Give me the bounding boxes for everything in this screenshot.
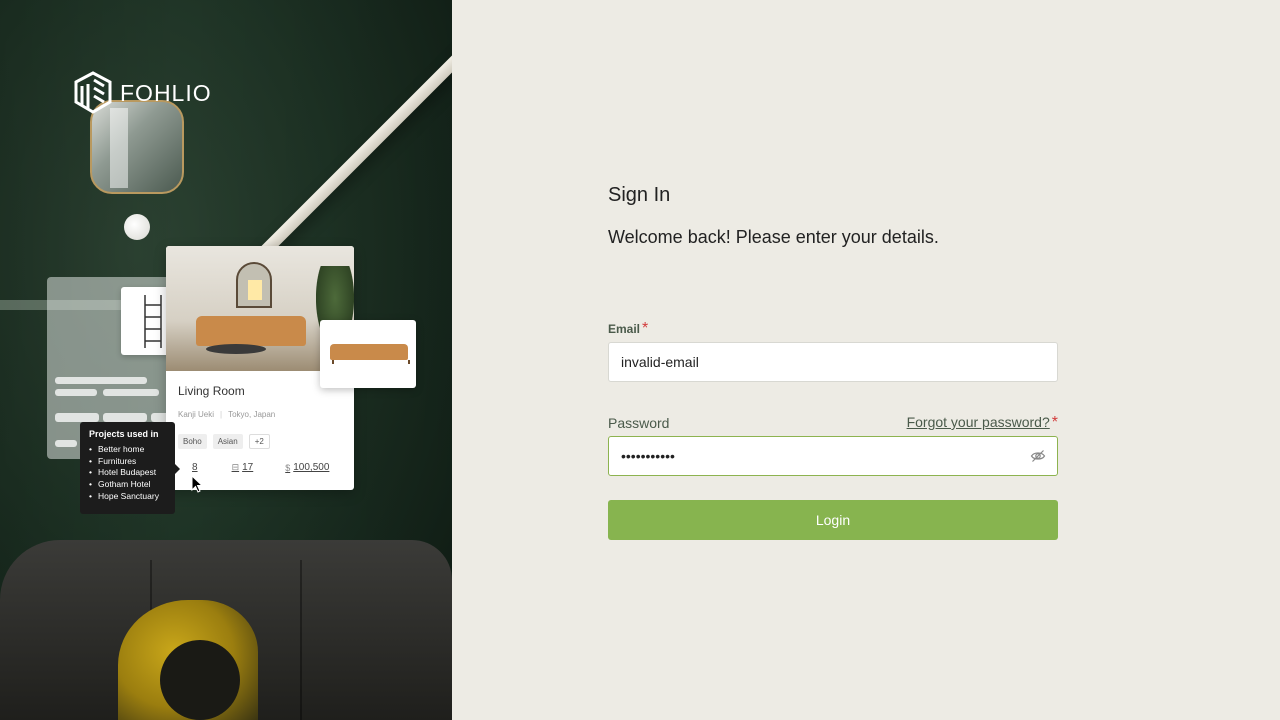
coffee-table <box>206 344 266 354</box>
sofa-image <box>330 344 410 364</box>
stat-projects: 8 <box>192 462 198 473</box>
stat-items: ⊟ 17 <box>232 462 254 473</box>
skeleton-line <box>55 377 147 384</box>
eye-off-icon[interactable] <box>1030 448 1046 464</box>
email-label-text: Email <box>608 322 641 336</box>
tooltip-item: Hotel Budapest <box>89 467 166 479</box>
stat-projects-value: 8 <box>192 462 198 473</box>
projects-tooltip: Projects used in Better home Furnitures … <box>80 422 180 514</box>
window <box>248 280 262 300</box>
skeleton-line <box>55 389 97 396</box>
wall-knob-image <box>124 214 150 240</box>
mouse-cursor-icon <box>191 475 203 493</box>
stat-budget-value: 100,500 <box>293 462 330 473</box>
welcome-message: Welcome back! Please enter your details. <box>608 227 939 247</box>
page-title: Sign In <box>608 184 671 206</box>
skeleton-line <box>103 389 159 396</box>
tooltip-item: Better home <box>89 444 166 456</box>
tooltip-title: Projects used in <box>89 429 159 439</box>
skeleton-line <box>55 413 99 422</box>
fohlio-logo-icon <box>74 71 112 114</box>
sofa <box>196 316 306 346</box>
password-label-row: Password Forgot your password? * <box>608 414 1058 432</box>
card-location: Tokyo, Japan <box>228 410 276 419</box>
login-button[interactable]: Login <box>608 500 1058 540</box>
card-stats: 8 ⊟ 17 $ 100,500 <box>180 462 329 473</box>
pillow-shadow <box>160 640 240 720</box>
required-marker: * <box>642 320 649 337</box>
forgot-password-link[interactable]: Forgot your password? <box>907 414 1050 430</box>
password-label: Password <box>608 415 670 431</box>
stat-items-value: 17 <box>242 462 254 473</box>
couch-seam <box>300 560 302 720</box>
password-field[interactable] <box>608 436 1058 476</box>
card-meta: Kanji Ueki | Tokyo, Japan <box>178 410 275 419</box>
tag: Asian <box>212 434 243 449</box>
skeleton-line <box>103 413 147 422</box>
tooltip-item: Hope Sanctuary <box>89 491 166 503</box>
brand-logo: FOHLIO <box>72 70 212 116</box>
hero-panel: FOHLIO Living Room Kanji Ueki | Tokyo, J… <box>0 0 452 720</box>
email-field[interactable] <box>608 342 1058 382</box>
email-label: Email * <box>608 320 648 338</box>
card-title: Living Room <box>178 384 245 398</box>
sofa-product-card <box>320 320 416 388</box>
brand-name: FOHLIO <box>120 79 212 106</box>
shelf-icon <box>144 295 162 348</box>
tag: Boho <box>178 434 207 449</box>
forgot-password-wrapper: Forgot your password? * <box>907 414 1058 432</box>
skeleton-line <box>55 440 77 447</box>
box-icon: ⊟ <box>231 462 240 472</box>
tooltip-item: Furnitures <box>89 456 166 468</box>
meta-divider: | <box>220 410 223 419</box>
tooltip-list: Better home Furnitures Hotel Budapest Go… <box>89 444 166 503</box>
dollar-icon: $ <box>285 462 291 473</box>
card-tags: Boho Asian +2 <box>178 434 270 449</box>
tooltip-item: Gotham Hotel <box>89 479 166 491</box>
more-tags-badge: +2 <box>248 434 270 449</box>
card-designer: Kanji Ueki <box>178 410 215 419</box>
stat-budget: $ 100,500 <box>285 462 329 473</box>
required-marker: * <box>1051 414 1058 431</box>
